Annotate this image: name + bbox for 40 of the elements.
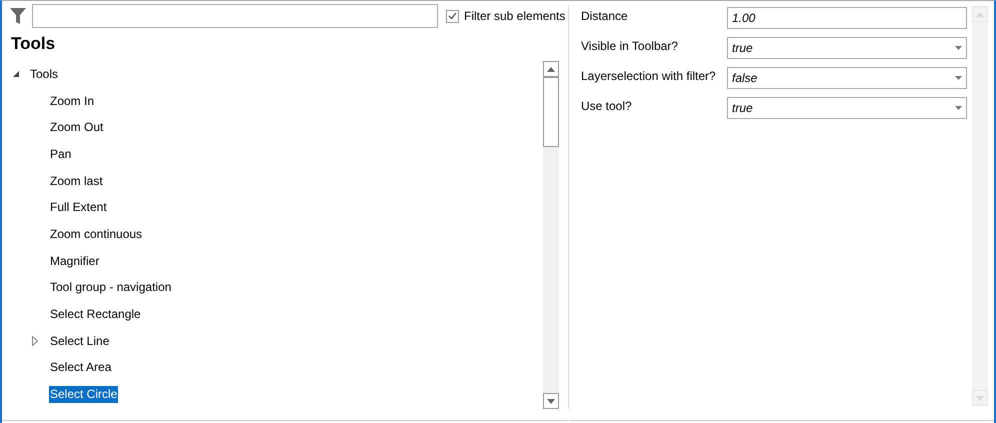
property-label: Layerselection with filter? [581, 68, 717, 85]
checkbox[interactable] [446, 10, 459, 22]
tree-item[interactable]: Select Area [49, 359, 112, 376]
filter-icon[interactable] [10, 7, 26, 25]
tree-item[interactable]: Tool group - navigation [49, 279, 172, 296]
property-label: Visible in Toolbar? [581, 38, 679, 55]
filter-field[interactable] [32, 4, 438, 28]
scroll-down-button[interactable] [543, 393, 559, 409]
checkbox-label: Filter sub elements [464, 8, 566, 25]
dropdown-arrow-icon [955, 46, 962, 50]
up-arrow-icon [547, 66, 555, 72]
tree-item[interactable]: Tools [29, 66, 60, 83]
down-arrow-icon [976, 396, 984, 400]
scroll-thumb[interactable] [543, 77, 559, 147]
tree-item[interactable]: Magnifier [49, 252, 100, 270]
tree-item[interactable]: Pan [49, 146, 72, 163]
property-dropdown[interactable]: false [727, 67, 967, 89]
tree-item[interactable]: Full Extent [49, 199, 108, 216]
check-icon [448, 12, 457, 20]
up-arrow-icon [976, 12, 984, 16]
property-label: Use tool? [581, 98, 633, 115]
property-field[interactable]: 1.00 [727, 7, 967, 29]
tree-item[interactable]: Zoom last [49, 172, 104, 190]
tree-item[interactable]: Zoom Out [49, 119, 104, 136]
tree-item[interactable]: Select Line [49, 332, 110, 350]
dropdown-arrow-icon [955, 76, 962, 80]
dropdown-arrow-icon [955, 106, 962, 110]
property-dropdown[interactable]: true [727, 97, 967, 119]
expanded-arrow-icon[interactable] [12, 70, 20, 78]
property-dropdown[interactable]: true [727, 37, 967, 59]
property-label: Distance [581, 8, 629, 25]
down-arrow-icon [547, 398, 555, 404]
tree-item[interactable]: Select Rectangle [49, 306, 142, 324]
scrollbar[interactable] [543, 61, 559, 409]
tree-item[interactable]: Zoom In [49, 92, 96, 110]
tree-item[interactable]: Select Circle [49, 386, 118, 404]
scroll-up-button[interactable] [543, 61, 559, 77]
tree-item[interactable]: Zoom continuous [49, 226, 144, 243]
section-heading: Tools [10, 33, 56, 55]
collapsed-arrow-icon[interactable] [32, 336, 38, 346]
